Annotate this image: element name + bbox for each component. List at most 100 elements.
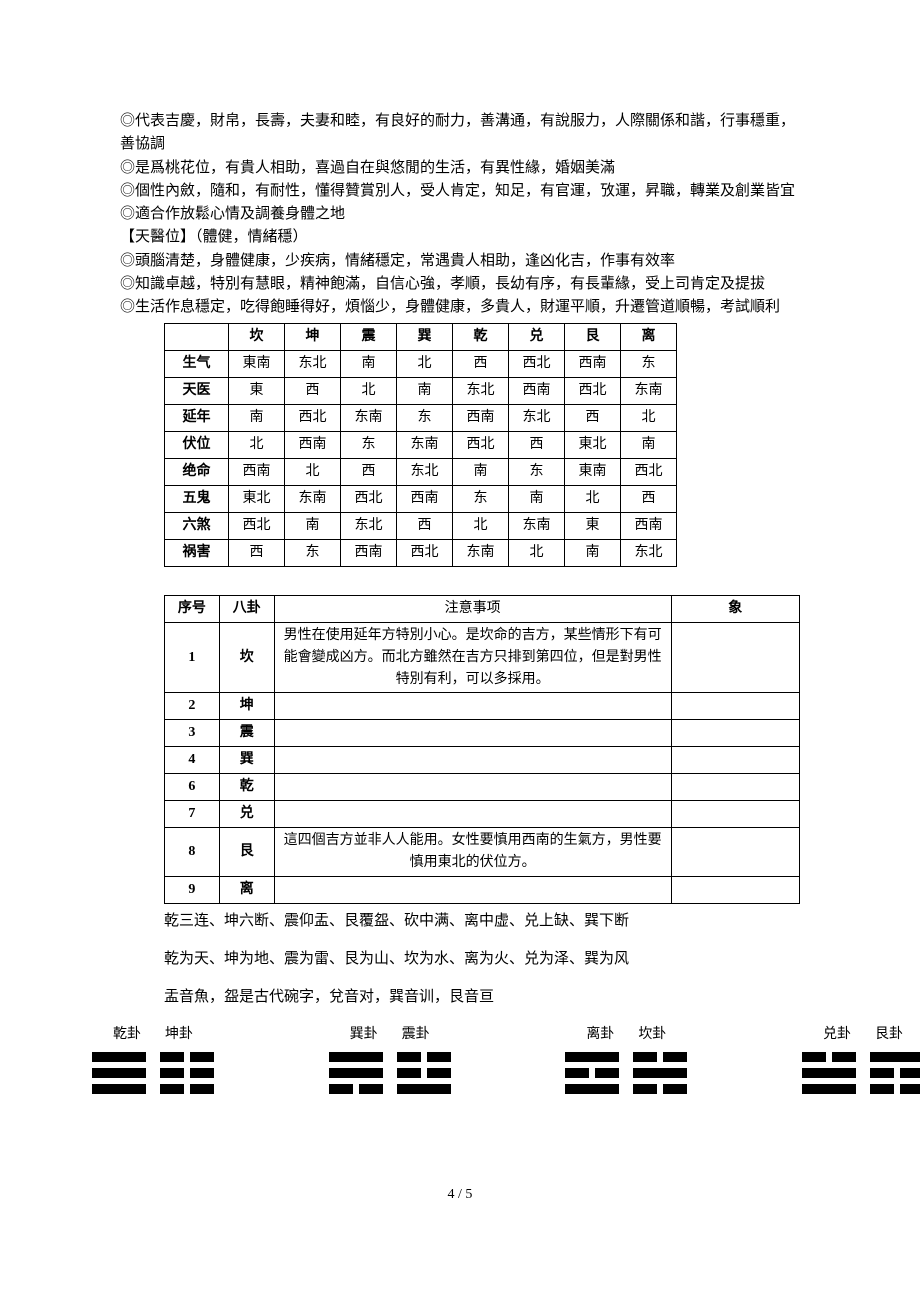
table-row: 4巽 — [165, 747, 800, 774]
trigram-li — [565, 1052, 619, 1094]
row-label: 绝命 — [165, 459, 229, 486]
cell: 南 — [621, 432, 677, 459]
table-row: 9离 — [165, 876, 800, 903]
row-label: 祸害 — [165, 540, 229, 567]
hdr-no: 序号 — [165, 596, 220, 623]
solid-line — [92, 1052, 146, 1062]
cell: 东南 — [453, 540, 509, 567]
table-row: 祸害西东西南西北东南北南东北 — [165, 540, 677, 567]
cell: 西南 — [453, 405, 509, 432]
hdr-blank — [165, 324, 229, 351]
gua-label-kun: 坤卦 — [165, 1024, 193, 1046]
broken-line — [633, 1052, 687, 1062]
cell: 1 — [165, 623, 220, 693]
cell: 西南 — [341, 540, 397, 567]
gua-label-xun: 巽卦 — [350, 1024, 378, 1046]
cell: 北 — [453, 513, 509, 540]
cell: 西 — [285, 378, 341, 405]
cell: 坎 — [219, 623, 274, 693]
table-row: 7兑 — [165, 801, 800, 828]
cell: 西 — [509, 432, 565, 459]
para-2: ◎是爲桃花位，有貴人相助，喜過自在與悠閒的生活，有異性緣，婚姻美滿 — [120, 157, 800, 180]
cell: 西 — [397, 513, 453, 540]
broken-line — [870, 1068, 920, 1078]
solid-line — [329, 1068, 383, 1078]
cell: 北 — [565, 486, 621, 513]
table-row: 6乾 — [165, 774, 800, 801]
broken-line — [633, 1084, 687, 1094]
row-label: 六煞 — [165, 513, 229, 540]
solid-line — [92, 1068, 146, 1078]
broken-line — [565, 1068, 619, 1078]
para-4: ◎適合作放鬆心情及調養身體之地 — [120, 203, 800, 226]
cell: 北 — [509, 540, 565, 567]
table-header-row: 序号 八卦 注意事项 象 — [165, 596, 800, 623]
solid-line — [329, 1052, 383, 1062]
cell: 東 — [565, 513, 621, 540]
cell: 东北 — [621, 540, 677, 567]
cell: 東南 — [565, 459, 621, 486]
cell: 2 — [165, 693, 220, 720]
gua-pair: 离卦坎卦 — [565, 1024, 687, 1094]
cell: 乾 — [219, 774, 274, 801]
trigram-qian — [92, 1052, 146, 1094]
section-heading-tianyi: 【天醫位】（體健，情緒穩） — [120, 226, 800, 249]
broken-line — [397, 1068, 451, 1078]
table-row: 天医東西北南东北西南西北东南 — [165, 378, 677, 405]
cell: 东北 — [397, 459, 453, 486]
trigram-kan — [633, 1052, 687, 1094]
table-row: 2坤 — [165, 693, 800, 720]
hdr-li: 离 — [621, 324, 677, 351]
cell — [671, 623, 799, 693]
row-label: 五鬼 — [165, 486, 229, 513]
cell — [274, 693, 671, 720]
hdr-xiang: 象 — [671, 596, 799, 623]
cell: 6 — [165, 774, 220, 801]
row-label: 伏位 — [165, 432, 229, 459]
para-1: ◎代表吉慶，財帛，長壽，夫妻和睦，有良好的耐力，善溝通，有說服力，人際關係和諧，… — [120, 110, 800, 157]
cell: 西南 — [621, 513, 677, 540]
broken-line — [870, 1084, 920, 1094]
hdr-kun: 坤 — [285, 324, 341, 351]
direction-table: 坎 坤 震 巽 乾 兑 艮 离 生气東南东北南北西西北西南东天医東西北南东北西南… — [164, 323, 677, 567]
cell: 8 — [165, 828, 220, 876]
cell: 东 — [621, 351, 677, 378]
table-row: 六煞西北南东北西北东南東西南 — [165, 513, 677, 540]
table-row: 五鬼東北东南西北西南东南北西 — [165, 486, 677, 513]
cell: 西北 — [621, 459, 677, 486]
cell: 东 — [397, 405, 453, 432]
cell — [274, 720, 671, 747]
page-number: 4 / 5 — [120, 1184, 800, 1206]
cell: 西 — [565, 405, 621, 432]
cell: 南 — [509, 486, 565, 513]
cell: 這四個吉方並非人人能用。女性要慎用西南的生氣方，男性要慎用東北的伏位方。 — [274, 828, 671, 876]
cell — [671, 774, 799, 801]
cell: 坤 — [219, 693, 274, 720]
trigram-xun — [329, 1052, 383, 1094]
cell: 震 — [219, 720, 274, 747]
cell: 南 — [229, 405, 285, 432]
hdr-kan: 坎 — [229, 324, 285, 351]
mnemonic-1: 乾三连、坤六断、震仰盂、艮覆盌、砍中满、离中虚、兑上缺、巽下断 — [164, 910, 800, 933]
trigram-zhen — [397, 1052, 451, 1094]
cell: 东北 — [285, 351, 341, 378]
gua-pair: 乾卦 坤卦 — [92, 1024, 214, 1094]
gua-label-gen: 艮卦 — [875, 1024, 903, 1046]
cell: 东 — [453, 486, 509, 513]
cell: 西 — [229, 540, 285, 567]
hdr-xun: 巽 — [397, 324, 453, 351]
gua-label-qian: 乾卦 — [113, 1024, 141, 1046]
cell — [671, 693, 799, 720]
gua-label-dui: 兑卦 — [823, 1024, 851, 1046]
cell: 东 — [509, 459, 565, 486]
table-row: 绝命西南北西东北南东東南西北 — [165, 459, 677, 486]
cell: 南 — [285, 513, 341, 540]
cell: 东北 — [453, 378, 509, 405]
cell: 男性在使用延年方特別小心。是坎命的吉方，某些情形下有可能會變成凶方。而北方雖然在… — [274, 623, 671, 693]
cell: 西南 — [285, 432, 341, 459]
broken-line — [160, 1068, 214, 1078]
cell: 南 — [453, 459, 509, 486]
row-label: 延年 — [165, 405, 229, 432]
para-8: ◎生活作息穩定，吃得飽睡得好，煩惱少，身體健康，多貴人，財運平順，升遷管道順暢，… — [120, 296, 800, 319]
cell: 4 — [165, 747, 220, 774]
